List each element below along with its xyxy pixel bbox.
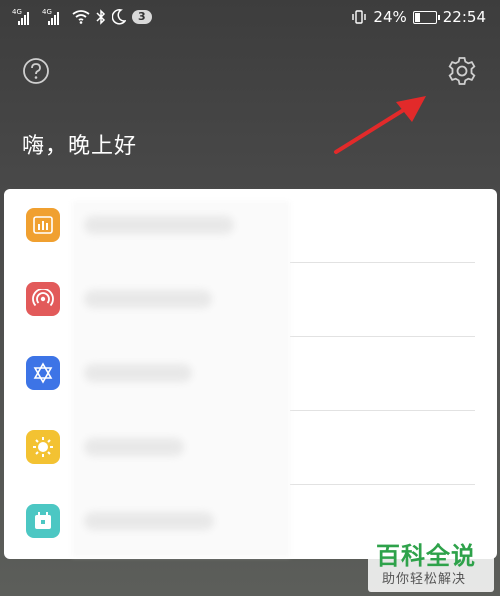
vibrate-icon xyxy=(352,10,367,24)
status-left: 4G 4G 3 xyxy=(12,7,152,27)
battery-percent: 24% xyxy=(373,8,407,26)
cellular-signal-icon-2: 4G xyxy=(42,8,66,25)
notification-count-badge: 3 xyxy=(132,10,152,24)
wireless-signal-icon xyxy=(26,282,60,316)
watermark-logo: 百科全说 助你轻松解决 xyxy=(368,534,494,592)
greeting-text: 嗨，晚上好 xyxy=(22,134,138,159)
star-of-david-icon xyxy=(26,356,60,390)
status-bar: 4G 4G 3 24% 22:54 xyxy=(0,0,500,34)
do-not-disturb-moon-icon xyxy=(112,9,126,25)
privacy-blur-overlay xyxy=(72,201,290,557)
calendar-icon xyxy=(26,504,60,538)
wifi-icon xyxy=(72,10,90,24)
sun-icon xyxy=(26,430,60,464)
bluetooth-icon xyxy=(96,9,106,25)
help-icon[interactable] xyxy=(22,57,50,85)
settings-gear-icon[interactable] xyxy=(446,55,478,87)
clock-time: 22:54 xyxy=(442,8,486,26)
watermark-subtitle: 助你轻松解决 xyxy=(382,572,467,587)
watermark-title: 百科全说 xyxy=(376,542,476,570)
status-right: 24% 22:54 xyxy=(351,7,486,27)
battery-icon xyxy=(412,10,440,24)
app-list-card xyxy=(4,189,497,559)
annotation-arrow-icon xyxy=(334,96,426,154)
bar-chart-icon xyxy=(26,208,60,242)
cellular-signal-icon: 4G xyxy=(12,8,36,25)
